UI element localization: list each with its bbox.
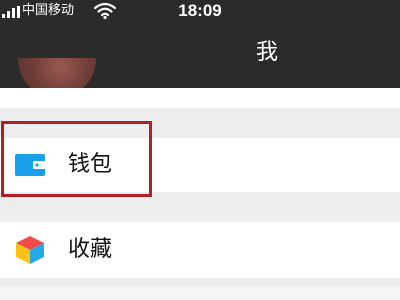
status-bar: 中国移动 18:09 [0,0,400,24]
menu-item-label: 收藏 [68,237,113,262]
menu-item-favorites[interactable]: 收藏 [0,222,400,278]
status-time: 18:09 [178,1,222,20]
profile-card-bottom[interactable] [0,88,400,108]
page-title: 我 [255,40,278,65]
list-bottom-divider [0,286,400,300]
highlight-box [1,121,152,197]
top-navigation-bar: 中国移动 18:09 我 [0,0,400,98]
favorites-cube-icon [16,236,44,264]
